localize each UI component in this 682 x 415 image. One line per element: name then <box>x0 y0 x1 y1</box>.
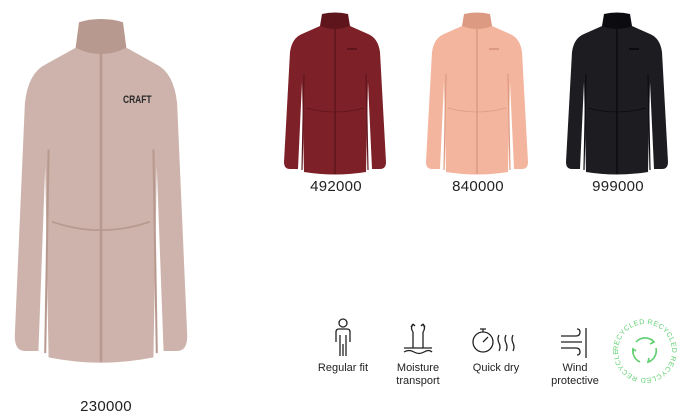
wind-protective-icon <box>561 328 587 358</box>
variant-code-2: 840000 <box>452 178 504 195</box>
feature-regular-fit: Regular fit <box>303 318 383 375</box>
feature-quick-dry: Quick dry <box>456 318 536 375</box>
variant-jacket-image-3 <box>562 12 672 177</box>
main-product-code: 230000 <box>80 398 132 415</box>
variant-jacket-image-2 <box>422 12 532 177</box>
feature-moisture-transport: Moisture transport <box>378 318 458 388</box>
moisture-transport-icon <box>403 323 433 355</box>
variant-code-3: 999000 <box>592 178 644 195</box>
recycled-badge: RECYCLED RECYCLED RECYCLED RECYCLED <box>609 313 678 389</box>
main-jacket-image: CRAFT <box>8 18 194 368</box>
brand-logo <box>489 48 499 50</box>
feature-wind-protective: Wind protective <box>535 318 615 388</box>
quick-dry-icon <box>472 328 515 353</box>
brand-logo <box>629 48 639 50</box>
brand-logo <box>347 48 357 50</box>
variant-jacket-image-1 <box>280 12 390 177</box>
person-icon <box>335 318 351 356</box>
variant-code-1: 492000 <box>310 178 362 195</box>
brand-logo: CRAFT <box>123 94 152 106</box>
recycled-icon: RECYCLED RECYCLED RECYCLED RECYCLED <box>609 313 677 383</box>
svg-text:RECYCLED RECYCLED RECYCLED REC: RECYCLED RECYCLED RECYCLED RECYCLED <box>612 318 677 383</box>
